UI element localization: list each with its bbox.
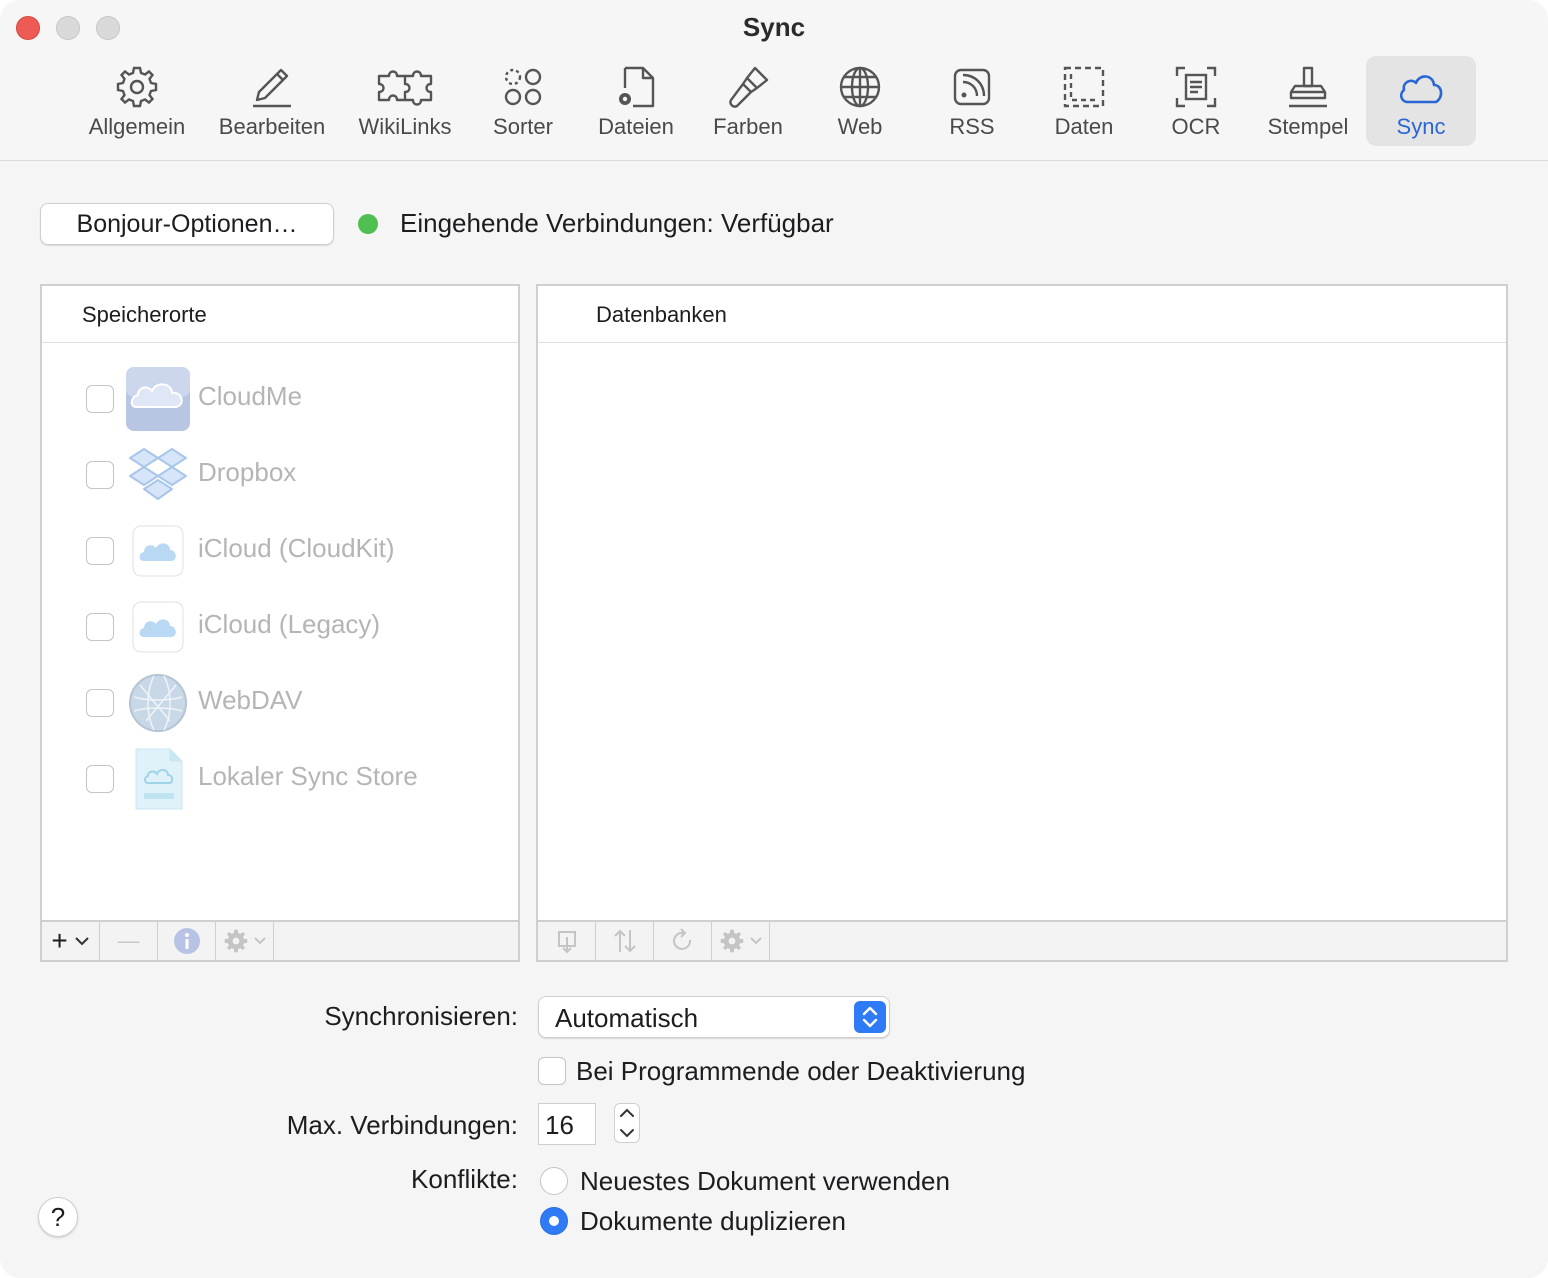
list-item-cloudme[interactable]: CloudMe: [86, 363, 506, 435]
tab-rss[interactable]: RSS: [928, 56, 1016, 146]
local-sync-store-checkbox[interactable]: [86, 765, 114, 793]
dropbox-icon: [129, 448, 187, 500]
sync-mode-popup[interactable]: Automatisch: [538, 996, 890, 1038]
bonjour-options-button[interactable]: Bonjour-Optionen…: [40, 203, 334, 245]
chevron-down-icon: [749, 937, 762, 945]
max-connections-stepper[interactable]: [614, 1103, 640, 1143]
tab-ocr[interactable]: OCR: [1152, 56, 1240, 146]
window-title: Sync: [742, 12, 806, 42]
tab-daten[interactable]: Daten: [1040, 56, 1128, 146]
sorter-icon: [504, 68, 542, 106]
title-bar: Sync Allgemein Bearbeiten WikiLinks Sort…: [0, 0, 1548, 161]
chevron-down-icon: [74, 937, 89, 946]
conflicts-label: Konflikte:: [411, 1164, 518, 1194]
refresh-button[interactable]: [654, 922, 712, 960]
cloudme-icon: [126, 367, 190, 431]
refresh-icon: [672, 928, 691, 950]
stepper-arrows-icon: [620, 1108, 634, 1138]
locations-panel: Speicherorte CloudMe Dropbox iCloud (Clo…: [40, 284, 520, 962]
max-connections-label: Max. Verbindungen:: [286, 1110, 518, 1140]
incoming-connections-status: Eingehende Verbindungen: Verfügbar: [400, 208, 834, 238]
status-indicator: [358, 214, 378, 234]
list-item-webdav[interactable]: WebDAV: [86, 667, 506, 739]
conflict-duplicate-radio[interactable]: [540, 1207, 568, 1235]
databases-action-menu[interactable]: [712, 922, 770, 960]
conflict-newest-radio[interactable]: [540, 1167, 568, 1195]
databases-panel: Datenbanken: [536, 284, 1508, 962]
list-item-icloud-legacy[interactable]: iCloud (Legacy): [86, 591, 506, 663]
pencil-icon: [253, 68, 291, 108]
preferences-window: Sync Allgemein Bearbeiten WikiLinks Sort…: [0, 0, 1548, 1278]
tab-sorter[interactable]: Sorter: [478, 56, 568, 146]
chevron-down-icon: [253, 937, 266, 945]
locations-action-menu[interactable]: [216, 922, 274, 960]
sync-on-quit-label: Bei Programmende oder Deaktivierung: [576, 1056, 1026, 1086]
ocr-icon: [1175, 66, 1217, 108]
cloud-icon: [1399, 75, 1443, 104]
tab-allgemein[interactable]: Allgemein: [82, 56, 192, 146]
icloud-icon: [132, 525, 184, 577]
conflict-duplicate-label: Dokumente duplizieren: [580, 1206, 846, 1236]
info-icon: [173, 928, 200, 954]
updown-chevron-icon: [854, 1001, 886, 1033]
icloud-icon: [132, 601, 184, 653]
stamp-icon: [1289, 66, 1327, 108]
conflict-newest-label: Neuestes Dokument verwenden: [580, 1166, 950, 1196]
tab-stempel[interactable]: Stempel: [1262, 56, 1354, 146]
max-connections-field[interactable]: 16: [538, 1103, 596, 1145]
icloud-legacy-checkbox[interactable]: [86, 613, 114, 641]
sync-on-quit-checkbox[interactable]: [538, 1057, 566, 1085]
databases-footer-toolbar: [538, 920, 1506, 960]
locations-header: Speicherorte: [42, 286, 518, 343]
databases-header: Datenbanken: [538, 286, 1506, 343]
download-tray-icon: [557, 931, 576, 954]
globe-icon: [839, 66, 881, 108]
paintbrush-icon: [729, 66, 769, 108]
tab-farben[interactable]: Farben: [704, 56, 792, 146]
gear-icon: [720, 929, 743, 953]
cloudme-checkbox[interactable]: [86, 385, 114, 413]
webdav-globe-icon: [129, 674, 187, 732]
icloud-cloudkit-checkbox[interactable]: [86, 537, 114, 565]
tab-bearbeiten[interactable]: Bearbeiten: [212, 56, 332, 146]
tab-web[interactable]: Web: [816, 56, 904, 146]
list-item-local-sync-store[interactable]: Lokaler Sync Store: [86, 743, 506, 815]
tab-dateien[interactable]: Dateien: [588, 56, 684, 146]
remove-location-button[interactable]: —: [100, 922, 158, 960]
webdav-checkbox[interactable]: [86, 689, 114, 717]
import-database-button[interactable]: [538, 922, 596, 960]
info-button[interactable]: [158, 922, 216, 960]
sync-mode-label: Synchronisieren:: [324, 1001, 518, 1031]
help-button[interactable]: ?: [38, 1197, 78, 1237]
sync-direction-button[interactable]: [596, 922, 654, 960]
list-item-icloud-cloudkit[interactable]: iCloud (CloudKit): [86, 515, 506, 587]
list-item-dropbox[interactable]: Dropbox: [86, 439, 506, 511]
locations-footer-toolbar: + —: [42, 920, 518, 960]
up-down-arrows-icon: [613, 929, 636, 953]
tab-sync[interactable]: Sync: [1366, 56, 1476, 146]
tab-wikilinks[interactable]: WikiLinks: [352, 56, 458, 146]
dashed-frame-icon: [1063, 66, 1105, 108]
puzzle-icon: [377, 70, 433, 106]
gear-icon: [116, 66, 158, 108]
document-gear-icon: [619, 66, 655, 108]
dropbox-checkbox[interactable]: [86, 461, 114, 489]
add-location-button[interactable]: +: [42, 922, 100, 960]
sync-pane: Bonjour-Optionen… Eingehende Verbindunge…: [0, 161, 1548, 1278]
local-sync-store-icon: [135, 748, 183, 810]
rss-icon: [953, 68, 991, 106]
gear-icon: [224, 929, 247, 953]
preferences-toolbar: Allgemein Bearbeiten WikiLinks Sorter Da…: [0, 56, 1548, 148]
